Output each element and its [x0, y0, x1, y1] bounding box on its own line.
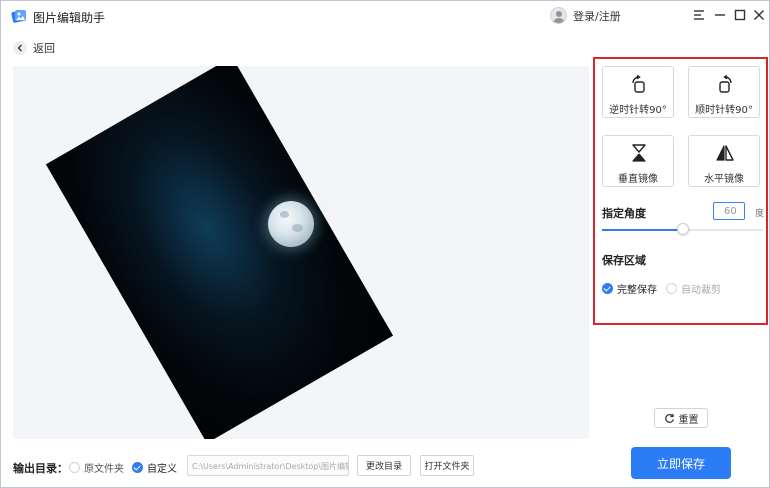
output-path-field[interactable]: C:\Users\Administrator\Desktop\图片编辑	[187, 455, 349, 476]
login-register-link[interactable]: 登录/注册	[573, 8, 621, 24]
flip-horizontal-label: 水平镜像	[704, 174, 744, 185]
moon-image	[268, 201, 314, 247]
custom-folder-option[interactable]: 自定义	[132, 460, 177, 475]
rotate-ccw-label: 逆时针转90°	[609, 105, 667, 116]
radio-checked-icon	[602, 283, 613, 294]
save-now-button[interactable]: 立即保存	[631, 447, 731, 479]
auto-crop-label: 自动裁剪	[681, 285, 721, 296]
rotate-ccw-button[interactable]: 逆时针转90°	[602, 66, 674, 118]
rotate-ccw-icon	[632, 74, 645, 93]
back-button[interactable]: 返回	[13, 40, 55, 56]
radio-empty-icon	[69, 462, 80, 473]
reset-label: 重置	[678, 414, 699, 426]
open-folder-button[interactable]: 打开文件夹	[420, 455, 474, 476]
change-dir-button[interactable]: 更改目录	[357, 455, 411, 476]
angle-title: 指定角度	[602, 207, 646, 220]
app-logo-icon	[11, 10, 26, 23]
angle-unit: 度	[755, 209, 765, 219]
radio-checked-icon	[132, 462, 143, 473]
auto-crop-option[interactable]: 自动裁剪	[666, 281, 721, 296]
original-folder-option[interactable]: 原文件夹	[69, 460, 124, 475]
minimize-icon[interactable]	[712, 7, 728, 23]
rotate-cw-button[interactable]: 顺时针转90°	[688, 66, 760, 118]
save-full-label: 完整保存	[617, 285, 657, 296]
flip-vertical-label: 垂直镜像	[618, 174, 658, 185]
user-avatar-icon	[550, 7, 567, 24]
save-full-option[interactable]: 完整保存	[602, 281, 657, 296]
close-icon[interactable]	[751, 7, 767, 23]
custom-folder-label: 自定义	[147, 464, 177, 475]
flip-vertical-icon	[632, 144, 646, 162]
chevron-left-icon	[13, 41, 27, 55]
output-dir-label: 输出目录：	[13, 462, 68, 475]
angle-slider-fill	[602, 229, 683, 231]
app-title: 图片编辑助手	[33, 11, 106, 25]
flip-vertical-button[interactable]: 垂直镜像	[602, 135, 674, 187]
rotated-moon-photo	[45, 66, 394, 439]
reset-icon	[664, 413, 674, 423]
image-canvas	[13, 66, 589, 439]
flip-horizontal-button[interactable]: 水平镜像	[688, 135, 760, 187]
maximize-icon[interactable]	[732, 7, 748, 23]
original-folder-label: 原文件夹	[84, 464, 124, 475]
reset-button[interactable]: 重置	[654, 408, 708, 428]
menu-icon[interactable]	[691, 7, 707, 23]
rotate-cw-label: 顺时针转90°	[695, 105, 753, 116]
radio-empty-icon	[666, 283, 677, 294]
title-bar: 图片编辑助手 登录/注册	[1, 1, 769, 31]
edit-options-panel: 逆时针转90° 顺时针转90° 垂直镜像 水平镜像 指定角度 60 度 保存区域…	[593, 57, 768, 325]
angle-input[interactable]	[713, 202, 745, 220]
angle-slider-thumb[interactable]	[676, 223, 689, 235]
flip-horizontal-icon	[716, 145, 734, 161]
back-label: 返回	[33, 42, 55, 55]
save-area-title: 保存区域	[602, 254, 646, 267]
login-area[interactable]: 登录/注册	[550, 7, 621, 24]
rotate-cw-icon	[719, 74, 732, 93]
app-window: 图片编辑助手 登录/注册 返回 逆时针转90° 顺时针转90° 垂直镜像 水平镜…	[0, 0, 770, 488]
